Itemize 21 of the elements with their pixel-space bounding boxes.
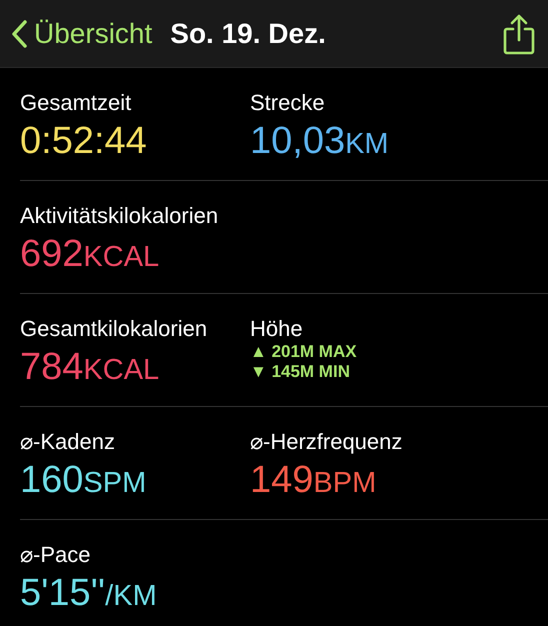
metric-label: Gesamtkilokalorien [20,316,208,342]
elevation-value: ▼ 145M MIN [250,362,351,382]
share-icon[interactable] [502,12,536,54]
elevation-value: ▲ 201M MAX [250,342,358,362]
metric-value: 5'15''/KM [20,572,158,615]
metric-value: 692KCAL [20,233,160,276]
metric-value: 10,03KM [250,120,390,163]
metric-value: 0:52:44 [20,120,148,163]
chevron-left-icon [10,18,28,48]
metric-label: Strecke [250,90,326,116]
metric-label: Gesamtzeit [20,90,132,116]
metric-value: 160SPM [20,459,148,502]
back-button[interactable]: Übersicht [10,18,152,50]
nav-title: So. 19. Dez. [170,18,327,50]
metric-value: 784KCAL [20,346,160,389]
metric-label: ⌀-Pace [20,542,92,568]
metric-label: ⌀-Kadenz [20,429,116,455]
metric-label: ⌀-Herzfrequenz [250,429,404,455]
metric-label: Aktivitätskilokalorien [20,203,220,229]
metric-label: Höhe [250,316,304,342]
metric-value: 149BPM [250,459,378,502]
